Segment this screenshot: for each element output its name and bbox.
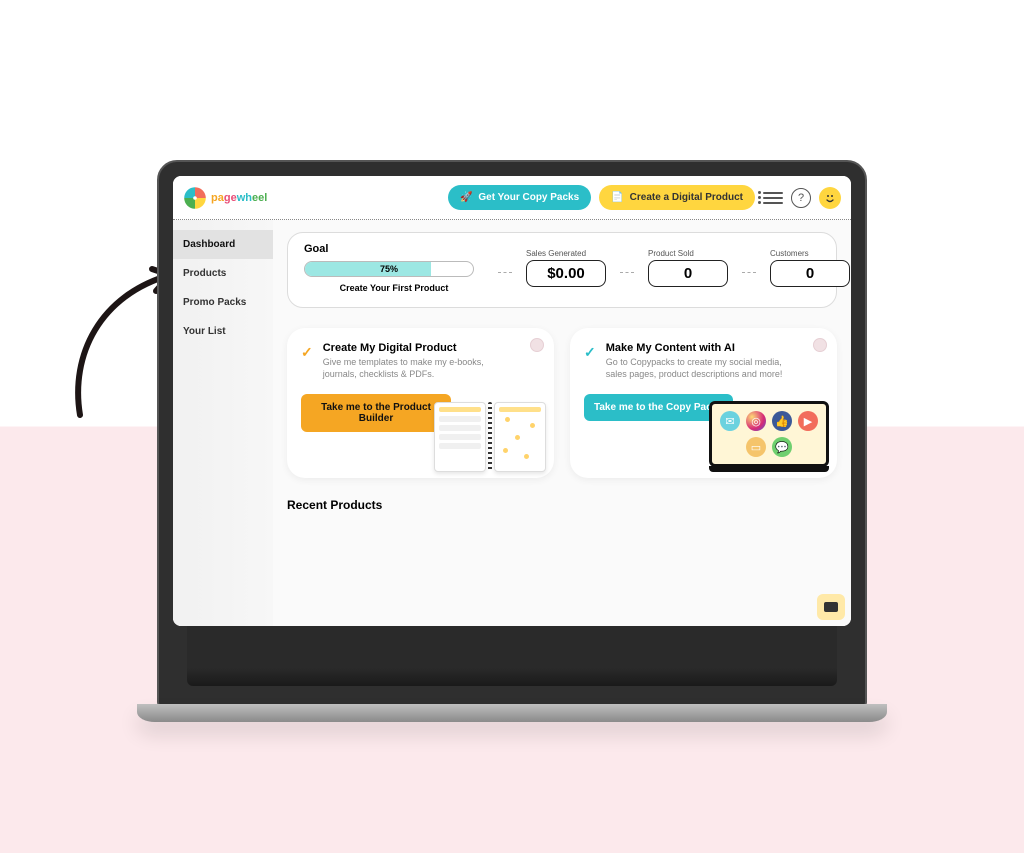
goal-card: Goal 75% Create Your First Product Sales… (287, 232, 837, 308)
help-icon[interactable]: ? (791, 188, 811, 208)
card-subtitle: Give me templates to make my e-books, jo… (323, 356, 513, 380)
close-icon[interactable] (813, 338, 827, 352)
menu-icon[interactable] (763, 192, 783, 204)
support-chat-icon[interactable] (817, 594, 845, 620)
sidebar-item-promo-packs[interactable]: Promo Packs (173, 288, 273, 317)
stat-label-sold: Product Sold (648, 249, 728, 258)
recent-products-title: Recent Products (287, 498, 837, 512)
pinwheel-icon (183, 186, 207, 210)
close-icon[interactable] (530, 338, 544, 352)
product-builder-cta[interactable]: Take me to the Product Builder (301, 394, 451, 432)
connector-line (620, 272, 634, 273)
stat-customers: 0 (770, 260, 850, 287)
stat-label-customers: Customers (770, 249, 850, 258)
account-icon[interactable] (819, 187, 841, 209)
stat-product-sold: 0 (648, 260, 728, 287)
main-content: Goal 75% Create Your First Product Sales… (273, 220, 851, 626)
connector-line (742, 272, 756, 273)
rocket-icon: 🚀 (460, 192, 472, 203)
document-icon: 📄 (611, 192, 623, 203)
sidebar-item-dashboard[interactable]: Dashboard (173, 230, 273, 259)
connector-line (498, 272, 512, 273)
play-icon: ▶ (798, 411, 818, 431)
laptop-mockup: pagewheel 🚀 Get Your Copy Packs 📄 Create… (157, 160, 867, 722)
sidebar: Dashboard Products Promo Packs Your List (173, 220, 273, 626)
check-icon: ✓ (301, 344, 313, 361)
card-title: Make My Content with AI (606, 342, 796, 354)
sidebar-item-products[interactable]: Products (173, 259, 273, 288)
brand-name: pagewheel (211, 192, 267, 204)
note-icon: ▭ (746, 437, 766, 457)
mail-icon: ✉ (720, 411, 740, 431)
goal-subtext: Create Your First Product (304, 283, 484, 293)
notebook-illustration (434, 402, 546, 472)
card-create-digital-product: ✓ Create My Digital Product Give me temp… (287, 328, 554, 478)
app-header: pagewheel 🚀 Get Your Copy Packs 📄 Create… (173, 176, 851, 220)
create-digital-product-button[interactable]: 📄 Create a Digital Product (599, 185, 755, 210)
card-make-content-ai: ✓ Make My Content with AI Go to Copypack… (570, 328, 837, 478)
like-icon: 👍 (772, 411, 792, 431)
card-subtitle: Go to Copypacks to create my social medi… (606, 356, 796, 380)
sidebar-item-your-list[interactable]: Your List (173, 317, 273, 346)
chat-icon: 💬 (772, 437, 792, 457)
card-title: Create My Digital Product (323, 342, 513, 354)
goal-title: Goal (304, 243, 484, 255)
social-icons-illustration: ✉ ◎ 👍 ▶ ▭ 💬 (709, 401, 829, 472)
laptop-keyboard-area (187, 626, 837, 686)
check-icon: ✓ (584, 344, 596, 361)
instagram-icon: ◎ (746, 411, 766, 431)
goal-progress-value: 75% (305, 262, 473, 276)
stat-sales-generated: $0.00 (526, 260, 606, 287)
laptop-base (137, 704, 887, 722)
stat-label-sales: Sales Generated (526, 249, 606, 258)
goal-progress-bar: 75% (304, 261, 474, 277)
get-copy-packs-button[interactable]: 🚀 Get Your Copy Packs (448, 185, 591, 210)
brand-logo[interactable]: pagewheel (183, 186, 267, 210)
